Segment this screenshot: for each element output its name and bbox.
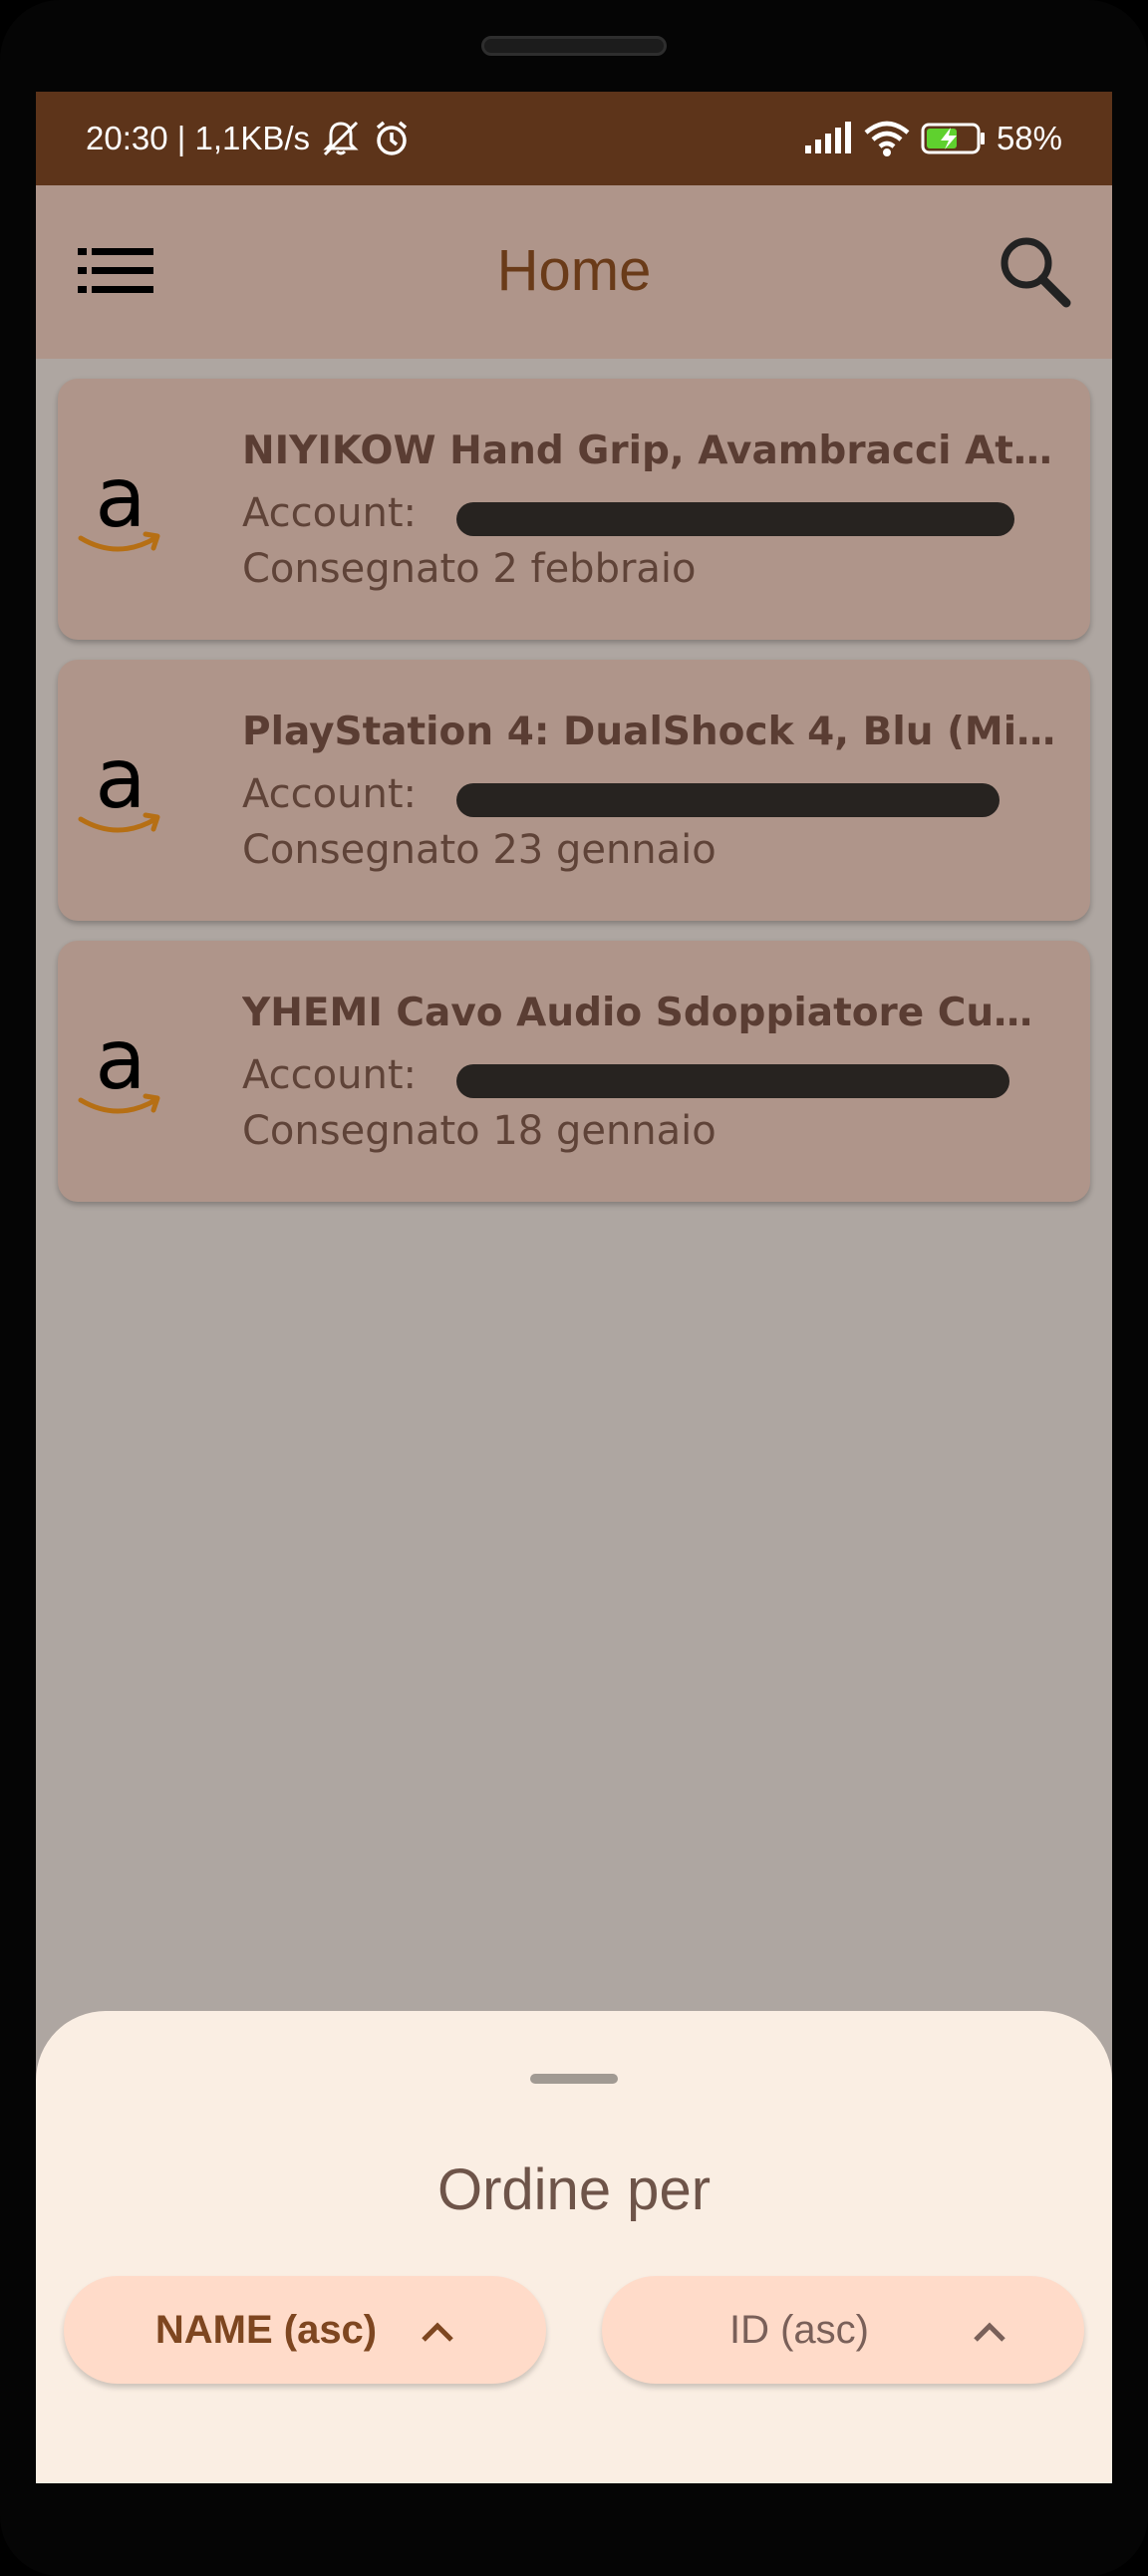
order-card[interactable]: a PlayStation 4: DualShock 4, Blu (Midni…: [58, 660, 1090, 921]
amazon-logo: a: [76, 1010, 165, 1124]
sort-name-label: NAME (asc): [154, 2307, 378, 2352]
order-card[interactable]: a YHEMI Cavo Audio Sdoppiatore Cuffia e …: [58, 941, 1090, 1202]
sort-by-name-button[interactable]: NAME (asc): [64, 2276, 546, 2384]
chevron-up-icon: [973, 2308, 1006, 2353]
svg-text:a: a: [95, 1018, 145, 1108]
sheet-title: Ordine per: [436, 2157, 712, 2222]
order-title: NIYIKOW Hand Grip, Avambracci Attrezzi p…: [242, 429, 1059, 473]
battery-level: 58%: [996, 120, 1062, 156]
svg-text:a: a: [95, 456, 145, 546]
order-card[interactable]: a NIYIKOW Hand Grip, Avambracci Attrezzi…: [58, 379, 1090, 640]
drag-handle[interactable]: [530, 2074, 618, 2084]
alarm-icon: [372, 119, 412, 158]
amazon-logo: a: [76, 729, 165, 843]
page-title: Home: [496, 238, 652, 303]
amazon-logo: a: [76, 448, 165, 562]
svg-text:a: a: [95, 737, 145, 827]
sort-by-id-button[interactable]: ID (asc): [602, 2276, 1084, 2384]
order-title: PlayStation 4: DualShock 4, Blu (Midnigh…: [242, 710, 1059, 754]
chevron-up-icon: [421, 2308, 454, 2353]
order-account-label: Account:: [242, 771, 417, 817]
status-time: 20:30 | 1,1KB/s: [86, 120, 311, 156]
speaker-grille: [481, 36, 667, 56]
order-title: YHEMI Cavo Audio Sdoppiatore Cuffia e Mi…: [242, 991, 1059, 1035]
order-account-label: Account:: [242, 490, 417, 536]
redacted-email: [456, 783, 1000, 817]
signal-icon: [803, 122, 853, 155]
order-status: Consegnato 18 gennaio: [242, 1108, 717, 1154]
order-account-label: Account:: [242, 1052, 417, 1098]
orders-list: a NIYIKOW Hand Grip, Avambracci Attrezzi…: [58, 379, 1090, 1222]
redacted-email: [456, 1064, 1009, 1098]
wifi-icon: [863, 120, 911, 157]
status-bar: 20:30 | 1,1KB/s 58%: [36, 92, 1112, 185]
order-status: Consegnato 23 gennaio: [242, 827, 717, 873]
mute-icon: [320, 119, 362, 158]
redacted-email: [456, 502, 1014, 536]
sort-id-label: ID (asc): [729, 2307, 869, 2352]
phone-frame: 20:30 | 1,1KB/s 58% Home a NIYIKOW Hand …: [0, 0, 1148, 2576]
sort-bottom-sheet: Ordine per NAME (asc) ID (asc): [36, 2011, 1112, 2483]
app-bar: Home: [36, 185, 1112, 359]
search-button[interactable]: [993, 231, 1076, 315]
screen: 20:30 | 1,1KB/s 58% Home a NIYIKOW Hand …: [36, 92, 1112, 2483]
search-icon: [997, 233, 1072, 313]
battery-charging-icon: [921, 122, 987, 155]
order-status: Consegnato 2 febbraio: [242, 546, 697, 592]
